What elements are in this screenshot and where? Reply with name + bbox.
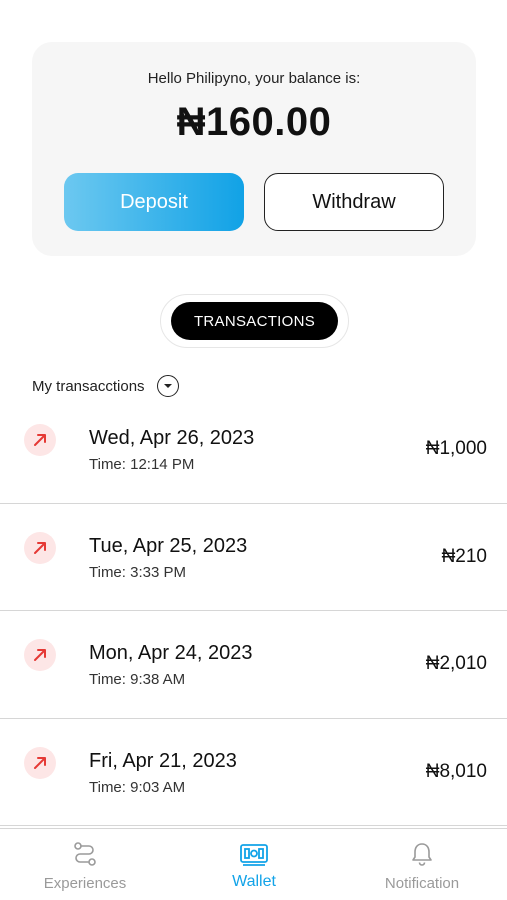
nav-label: Notification <box>384 875 460 892</box>
balance-amount: ₦160.00 <box>176 100 332 144</box>
transaction-amount: ₦210 <box>441 545 487 567</box>
transaction-row[interactable]: Mon, Apr 24, 2023 Time: 9:38 AM ₦2,010 <box>0 611 507 719</box>
transaction-amount: ₦2,010 <box>425 653 487 674</box>
arrow-up-right-icon <box>24 746 56 779</box>
transaction-time: Time: 12:14 PM <box>89 456 195 473</box>
arrow-up-right-icon <box>24 531 56 564</box>
transaction-time: Time: 9:03 AM <box>89 778 186 796</box>
transaction-date: Mon, Apr 24, 2023 <box>89 642 253 664</box>
withdraw-button[interactable]: Withdraw <box>264 173 444 231</box>
arrow-up-right-icon <box>24 424 56 456</box>
transaction-date: Tue, Apr 25, 2023 <box>89 534 248 557</box>
nav-item-wallet[interactable]: Wallet <box>216 839 292 891</box>
transaction-time: Time: 3:33 PM <box>89 563 186 581</box>
nav-item-notification[interactable]: Notification <box>376 839 468 892</box>
chevron-down-icon[interactable] <box>156 375 179 397</box>
transaction-date: Fri, Apr 21, 2023 <box>89 749 237 772</box>
transaction-row[interactable]: Fri, Apr 21, 2023 Time: 9:03 AM ₦8,010 <box>0 719 507 826</box>
transaction-row[interactable]: Wed, Apr 26, 2023 Time: 12:14 PM ₦1,000 <box>0 396 507 504</box>
nav-label: Experiences <box>43 875 127 892</box>
nav-item-experiences[interactable]: Experiences <box>38 839 132 892</box>
transaction-amount: ₦1,000 <box>425 438 487 459</box>
transaction-row[interactable]: Tue, Apr 25, 2023 Time: 3:33 PM ₦210 <box>0 504 507 611</box>
transaction-time: Time: 9:38 AM <box>89 671 186 688</box>
transaction-date: Wed, Apr 26, 2023 <box>89 427 255 449</box>
wallet-icon <box>239 839 269 869</box>
transactions-list: Wed, Apr 26, 2023 Time: 12:14 PM ₦1,000 … <box>0 396 507 826</box>
bell-icon <box>407 839 437 869</box>
filter-label: My transacctions <box>32 377 145 395</box>
transaction-amount: ₦8,010 <box>425 760 487 782</box>
bottom-nav: Experiences Wallet Notification <box>0 828 507 900</box>
deposit-button[interactable]: Deposit <box>64 173 244 231</box>
nav-label: Wallet <box>232 873 276 890</box>
arrow-up-right-icon <box>24 639 56 671</box>
balance-card: Hello Philipyno, your balance is: ₦160.0… <box>32 42 476 256</box>
route-icon <box>70 839 100 869</box>
transactions-filter[interactable]: My transacctions <box>32 375 179 397</box>
greeting-text: Hello Philipyno, your balance is: <box>147 70 361 87</box>
tab-transactions[interactable]: TRANSACTIONS <box>171 302 338 340</box>
transactions-tab-group: TRANSACTIONS <box>160 294 349 348</box>
